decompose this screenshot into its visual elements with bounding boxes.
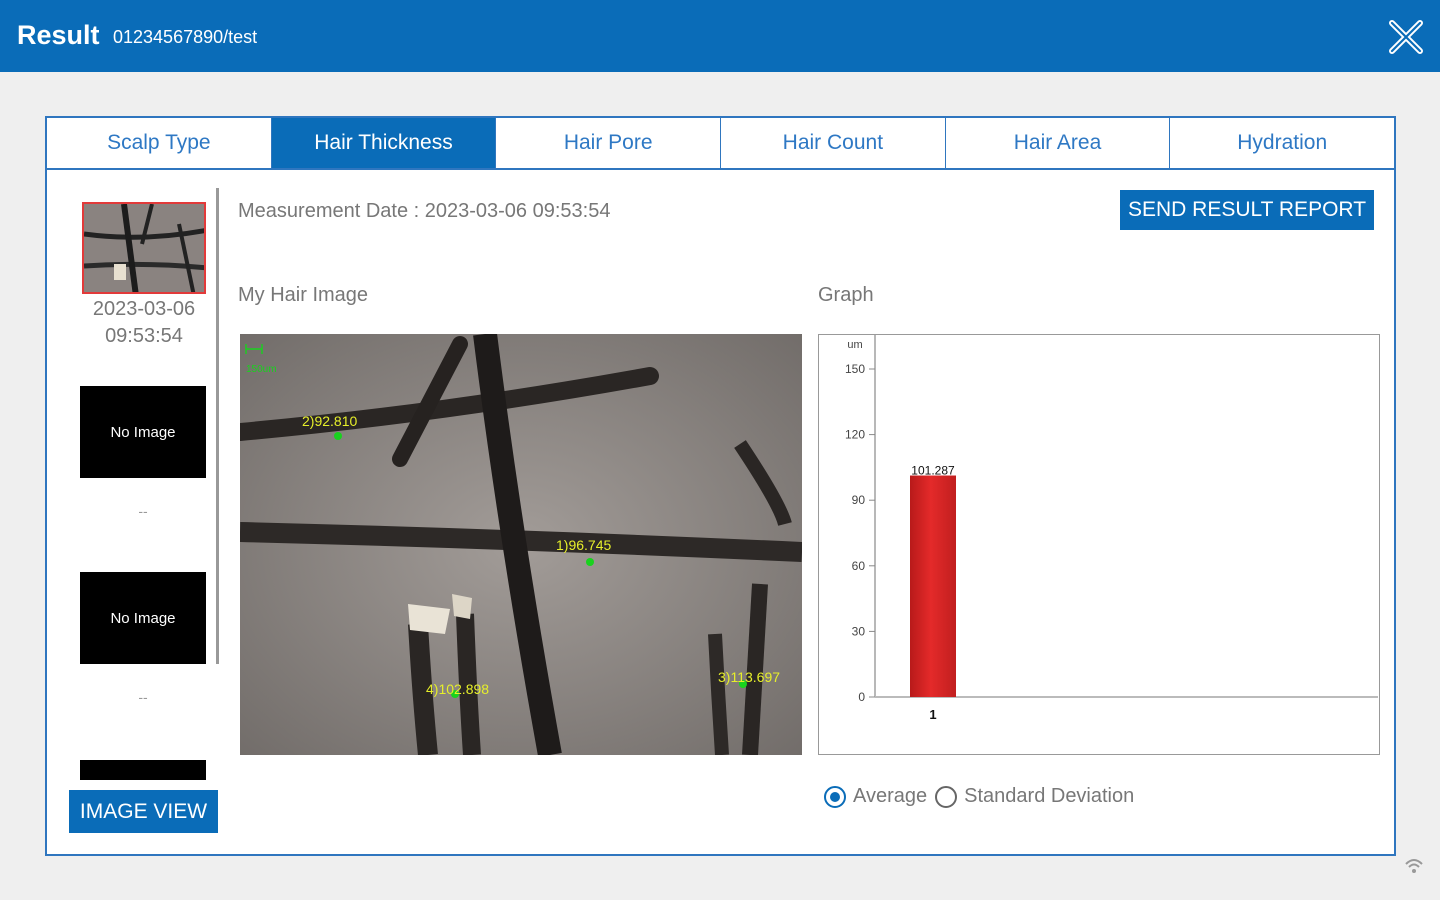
- thickness-graph: um 0 30 60 90 120 150 101.287 1: [818, 334, 1380, 755]
- y-tick-label: 120: [845, 428, 865, 442]
- tab-bar: Scalp Type Hair Thickness Hair Pore Hair…: [47, 118, 1395, 170]
- radio-average[interactable]: Average: [824, 785, 927, 808]
- radio-standard-deviation[interactable]: Standard Deviation: [935, 785, 1134, 808]
- measure-label: 3)113.697: [718, 669, 780, 685]
- hair-image-label: My Hair Image: [238, 284, 369, 306]
- history-thumbnail-selected[interactable]: [82, 202, 206, 294]
- bar: [910, 475, 956, 697]
- bar-value-label: 101.287: [911, 464, 955, 478]
- measure-point: [586, 558, 594, 566]
- graph-mode-options: Average Standard Deviation: [824, 785, 1142, 808]
- tab-hair-pore[interactable]: Hair Pore: [496, 118, 722, 168]
- history-scrollbar[interactable]: [216, 188, 219, 664]
- radio-average-label: Average: [853, 785, 928, 807]
- hair-image: 150um 1)96.745 2)92.810 3)113.697 4)102.…: [240, 334, 802, 755]
- tab-scalp-type[interactable]: Scalp Type: [47, 118, 272, 168]
- history-slot-empty[interactable]: No Image: [80, 386, 206, 478]
- radio-unselected-icon: [935, 785, 958, 808]
- close-icon[interactable]: [1386, 17, 1426, 57]
- y-tick-label: 90: [852, 493, 866, 507]
- title-bar: Result 01234567890/test: [0, 0, 1440, 72]
- bar-chart: um 0 30 60 90 120 150 101.287 1: [845, 335, 1378, 722]
- history-slot-empty[interactable]: No Image: [80, 572, 206, 664]
- tab-hair-count[interactable]: Hair Count: [721, 118, 946, 168]
- tab-hydration[interactable]: Hydration: [1170, 118, 1395, 168]
- measure-label: 1)96.745: [556, 537, 611, 553]
- tab-hair-area[interactable]: Hair Area: [945, 118, 1171, 168]
- measure-label: 2)92.810: [302, 413, 357, 429]
- y-tick-label: 60: [852, 559, 866, 573]
- result-panel: Scalp Type Hair Thickness Hair Pore Hair…: [45, 116, 1396, 856]
- y-axis-label: um: [847, 339, 862, 351]
- radio-standard-deviation-label: Standard Deviation: [964, 785, 1135, 807]
- radio-selected-icon: [824, 785, 846, 808]
- image-view-button[interactable]: IMAGE VIEW: [69, 790, 218, 833]
- send-result-report-button[interactable]: SEND RESULT REPORT: [1120, 190, 1374, 230]
- tab-hair-thickness[interactable]: Hair Thickness: [271, 118, 497, 168]
- y-tick-label: 150: [845, 362, 865, 376]
- y-tick-label: 30: [852, 624, 866, 638]
- measure-point: [334, 432, 342, 440]
- history-time: 09:53:54: [105, 325, 183, 347]
- history-slot-caption: --: [138, 689, 148, 705]
- window-title: Result: [17, 20, 100, 50]
- scale-label: 150um: [246, 364, 277, 375]
- graph-label: Graph: [818, 284, 874, 306]
- x-tick-label: 1: [929, 707, 936, 722]
- measure-label: 4)102.898: [426, 681, 489, 697]
- history-slot-caption: --: [138, 503, 148, 519]
- history-slot-partial[interactable]: [80, 760, 206, 780]
- window-subtitle: 01234567890/test: [113, 27, 258, 47]
- y-tick-label: 0: [858, 690, 865, 704]
- history-date: 2023-03-06: [92, 298, 196, 320]
- network-icon: [1400, 852, 1428, 880]
- measurement-date: Measurement Date : 2023-03-06 09:53:54: [238, 200, 611, 222]
